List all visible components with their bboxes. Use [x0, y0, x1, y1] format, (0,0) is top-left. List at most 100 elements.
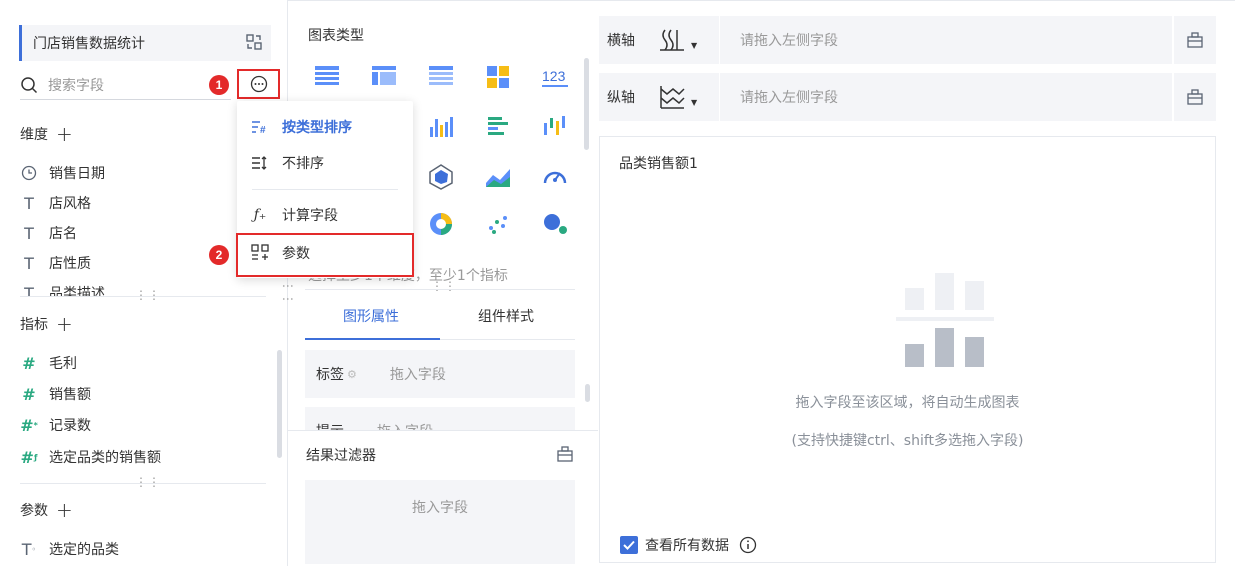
number-type-icon: # — [22, 353, 36, 373]
resize-handle[interactable]: ⋮⋮ — [135, 475, 161, 489]
dataset-name: 门店销售数据统计 — [33, 36, 145, 52]
x-axis-row[interactable]: 横轴 ▼ 请拖入左侧字段 — [599, 16, 1216, 64]
y-axis-placeholder: 请拖入左侧字段 — [740, 90, 838, 106]
table-chart-icon[interactable] — [313, 63, 341, 91]
x-axis-settings-button[interactable] — [1172, 16, 1216, 64]
empty-chart-icon — [896, 273, 994, 367]
label-drop-row[interactable]: 标签 ⚙ 拖入字段 — [305, 350, 575, 398]
dimension-label: 品类描述 — [49, 286, 105, 296]
measure-label: 选定品类的销售额 — [49, 450, 161, 466]
dataset-selector[interactable]: 门店销售数据统计 — [19, 25, 271, 61]
measures-label: 指标 — [20, 317, 48, 333]
waterfall-chart-icon[interactable] — [541, 113, 569, 141]
highlight-box — [236, 233, 414, 277]
label-placeholder: 拖入字段 — [389, 367, 446, 383]
filter-drop-zone[interactable]: 拖入字段 — [305, 480, 575, 564]
add-param-icon[interactable]: + — [56, 500, 73, 520]
measures-header: 指标 + — [20, 314, 73, 334]
scrollbar-thumb[interactable] — [584, 58, 589, 150]
grouped-table-icon[interactable] — [484, 63, 512, 91]
switch-dataset-icon[interactable] — [245, 33, 263, 51]
menu-item-label: 按类型排序 — [282, 120, 352, 136]
resize-handle[interactable]: ⋮⋮ — [135, 288, 161, 302]
clock-icon — [20, 164, 38, 182]
x-axis-placeholder: 请拖入左侧字段 — [740, 33, 838, 49]
menu-item-label: 计算字段 — [282, 208, 338, 224]
x-axis-icon — [660, 29, 684, 51]
tab-graphic-properties[interactable]: 图形属性 — [343, 306, 399, 326]
add-dimension-icon[interactable]: + — [56, 124, 73, 144]
search-placeholder: 搜索字段 — [48, 77, 104, 94]
measure-field[interactable]: # ƒ 选定品类的销售额 — [20, 447, 161, 467]
y-axis-icon — [660, 86, 685, 109]
params-label: 参数 — [20, 503, 48, 519]
add-measure-icon[interactable]: + — [56, 314, 73, 334]
gauge-chart-icon[interactable] — [541, 163, 569, 191]
menu-divider — [252, 189, 398, 190]
chart-type-title: 图表类型 — [308, 28, 364, 44]
area-chart-icon[interactable] — [484, 163, 512, 191]
kpi-number-icon[interactable]: 123 — [541, 63, 569, 91]
text-param-icon: T ◦ — [21, 539, 37, 559]
dimension-field[interactable]: 销售日期 — [20, 163, 105, 183]
dimension-label: 店性质 — [49, 256, 91, 272]
filter-placeholder: 拖入字段 — [412, 500, 468, 516]
property-tabs: 图形属性 组件样式 — [305, 290, 575, 340]
dimensions-header: 维度 + — [20, 124, 73, 144]
dimension-label: 销售日期 — [49, 166, 105, 182]
text-type-icon: T — [24, 223, 34, 243]
bubble-chart-icon[interactable] — [541, 210, 569, 238]
y-axis-type-selector[interactable]: ▼ — [659, 84, 719, 110]
settings-icon[interactable]: ⚙ — [347, 368, 357, 381]
chart-title: 品类销售额1 — [619, 156, 698, 172]
measure-label: 毛利 — [49, 356, 77, 372]
measure-field[interactable]: # * 记录数 — [20, 415, 91, 435]
chart-canvas[interactable]: 品类销售额1 拖入字段至该区域，将自动生成图表 (支持快捷键ctrl、shift… — [599, 136, 1216, 563]
no-sort-icon — [251, 155, 269, 171]
sunburst-chart-icon[interactable] — [427, 210, 455, 238]
y-axis-settings-button[interactable] — [1172, 73, 1216, 121]
show-all-data-checkbox[interactable]: 查看所有数据 — [620, 535, 757, 555]
measure-label: 销售额 — [49, 387, 91, 403]
scatter-chart-icon[interactable] — [484, 210, 512, 238]
x-axis-type-selector[interactable]: ▼ — [659, 27, 719, 53]
tab-component-style[interactable]: 组件样式 — [478, 306, 534, 326]
count-type-icon: # * — [20, 415, 38, 435]
text-type-icon: T — [24, 253, 34, 273]
measure-label: 记录数 — [49, 418, 91, 434]
dimension-field[interactable]: T 店名 — [20, 223, 77, 243]
info-icon[interactable] — [739, 536, 757, 554]
tip-drop-row[interactable]: 提示 拖入字段 — [305, 407, 575, 431]
y-axis-row[interactable]: 纵轴 ▼ 请拖入左侧字段 — [599, 73, 1216, 121]
menu-item-no-sort[interactable]: 不排序 — [237, 145, 413, 181]
detail-table-icon[interactable] — [427, 63, 455, 91]
menu-item-label: 不排序 — [282, 156, 324, 172]
param-field[interactable]: T ◦ 选定的品类 — [20, 539, 119, 559]
text-type-icon: T — [24, 283, 34, 297]
show-all-data-label: 查看所有数据 — [645, 538, 729, 554]
measure-field[interactable]: # 销售额 — [20, 384, 91, 404]
cross-table-icon[interactable] — [370, 63, 398, 91]
chevron-down-icon: ▼ — [691, 40, 698, 50]
search-icon — [21, 76, 38, 93]
horizontal-bar-icon[interactable] — [484, 113, 512, 141]
menu-item-calc-field[interactable]: ƒ₊ 计算字段 — [237, 197, 413, 233]
dimension-field[interactable]: T 店风格 — [20, 193, 91, 213]
dimension-field[interactable]: T 店性质 — [20, 253, 91, 273]
search-field[interactable]: 搜索字段 — [20, 70, 231, 100]
scrollbar-thumb[interactable] — [277, 350, 282, 458]
bar-chart-icon[interactable] — [427, 113, 455, 141]
measure-field[interactable]: # 毛利 — [20, 353, 77, 373]
menu-item-sort-by-type[interactable]: # 按类型排序 — [237, 109, 413, 145]
function-icon: ƒ₊ — [253, 207, 267, 223]
active-tab-indicator — [305, 338, 440, 340]
scrollbar-thumb[interactable] — [585, 384, 590, 402]
dimension-field-clipped[interactable]: T 品类描述 — [20, 283, 105, 297]
checkbox-checked-icon[interactable] — [620, 536, 638, 554]
filter-settings-icon[interactable] — [556, 445, 574, 463]
filter-title: 结果过滤器 — [306, 448, 376, 464]
more-options-button[interactable] — [237, 69, 280, 99]
dimension-label: 店风格 — [49, 196, 91, 212]
radar-chart-icon[interactable] — [427, 163, 455, 191]
params-header: 参数 + — [20, 500, 73, 520]
